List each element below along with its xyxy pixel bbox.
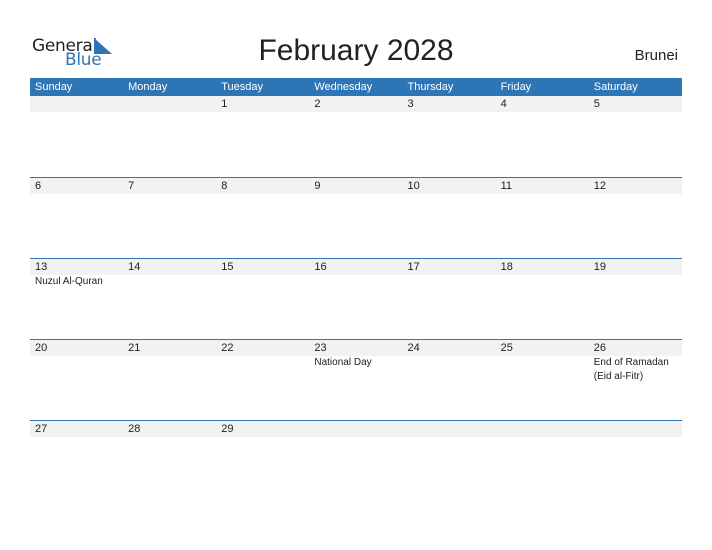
country-label: Brunei (634, 47, 678, 64)
weekday-tuesday: Tuesday (221, 81, 264, 93)
day-number: 13 (35, 261, 48, 273)
day-number: 24 (407, 342, 420, 354)
holiday-label: (Eid al-Fitr) (593, 371, 644, 382)
holiday-label: Nuzul Al-Quran (35, 276, 103, 287)
page-title: February 2028 (258, 34, 454, 67)
calendar-weeks: 1 2 3 4 5 6 7 8 9 10 11 12 13 Nuzul Al-Quran 14 15 16 17 1… (30, 96, 682, 501)
day-number: 9 (314, 180, 321, 192)
day-number: 2 (314, 98, 321, 110)
day-cell: 24 (403, 340, 496, 384)
day-cell (403, 421, 496, 437)
day-cell: 12 (589, 178, 682, 194)
day-cell: 9 (309, 178, 402, 194)
day-cell: 14 (123, 259, 216, 289)
day-number: 12 (593, 180, 606, 192)
day-number (501, 421, 589, 437)
day-cell: 17 (403, 259, 496, 289)
week-row: 20 21 22 23 National Day 24 25 26 End of Ramadan… (30, 339, 682, 420)
day-cell: 16 (309, 259, 402, 289)
day-number: 10 (407, 180, 420, 192)
day-cell: 5 (589, 96, 682, 112)
day-number: 4 (500, 98, 507, 110)
day-cell: 27 (30, 421, 123, 437)
day-cell: 11 (496, 178, 589, 194)
day-number (314, 421, 402, 437)
day-number (128, 96, 216, 112)
holiday-label: End of Ramadan (593, 357, 669, 368)
day-number: 25 (500, 342, 513, 354)
day-number: 18 (500, 261, 513, 273)
day-number: 29 (221, 423, 234, 435)
day-cell (309, 421, 402, 437)
day-cell: 13 Nuzul Al-Quran (30, 259, 123, 289)
day-cell: 25 (496, 340, 589, 384)
day-cell: 19 (589, 259, 682, 289)
day-cell: 21 (123, 340, 216, 384)
day-number: 21 (128, 342, 141, 354)
day-cell: 6 (30, 178, 123, 194)
day-number: 20 (35, 342, 48, 354)
day-number: 5 (593, 98, 600, 110)
day-number: 15 (221, 261, 234, 273)
day-cell: 20 (30, 340, 123, 384)
day-cell: 4 (496, 96, 589, 112)
day-cell: 26 End of Ramadan (Eid al-Fitr) (589, 340, 682, 384)
calendar: Sunday Monday Tuesday Wednesday Thursday Frid… (30, 78, 682, 501)
day-number: 23 (314, 342, 327, 354)
weekday-wednesday: Wednesday (314, 81, 373, 93)
day-cell: 22 (216, 340, 309, 384)
day-number: 11 (500, 180, 513, 192)
week-row: 13 Nuzul Al-Quran 14 15 16 17 18 19 (30, 258, 682, 339)
week-row: 1 2 3 4 5 (30, 96, 682, 177)
day-cell: 29 (216, 421, 309, 437)
day-cell: 7 (123, 178, 216, 194)
week-row: 6 7 8 9 10 11 12 (30, 177, 682, 258)
weekday-monday: Monday (128, 81, 168, 93)
holiday-label: National Day (314, 357, 372, 368)
day-cell (589, 421, 682, 437)
day-number: 3 (407, 98, 414, 110)
day-cell: 2 (309, 96, 402, 112)
day-number: 6 (35, 180, 42, 192)
day-cell (496, 421, 589, 437)
day-cell (30, 96, 123, 112)
weekday-header: Sunday Monday Tuesday Wednesday Thursday Frid… (30, 78, 682, 96)
day-cell: 8 (216, 178, 309, 194)
day-cell: 18 (496, 259, 589, 289)
day-cell (123, 96, 216, 112)
day-number: 1 (221, 98, 228, 110)
weekday-thursday: Thursday (407, 81, 454, 93)
day-number: 8 (221, 180, 228, 192)
day-number: 19 (593, 261, 606, 273)
day-number: 28 (128, 423, 141, 435)
day-number: 27 (35, 423, 48, 435)
weekday-friday: Friday (500, 81, 532, 93)
day-cell: 23 National Day (309, 340, 402, 384)
day-cell: 3 (403, 96, 496, 112)
day-cell: 28 (123, 421, 216, 437)
day-cell: 15 (216, 259, 309, 289)
day-number: 14 (128, 261, 141, 273)
day-number: 16 (314, 261, 327, 273)
weekday-sunday: Sunday (35, 81, 73, 93)
week-row: 27 28 29 (30, 420, 682, 501)
day-number (35, 96, 123, 112)
day-number: 17 (407, 261, 420, 273)
day-cell: 10 (403, 178, 496, 194)
day-number: 26 (593, 342, 606, 354)
weekday-saturday: Saturday (593, 81, 638, 93)
day-number (594, 421, 682, 437)
day-number: 7 (128, 180, 135, 192)
day-cell: 1 (216, 96, 309, 112)
day-number: 22 (221, 342, 234, 354)
day-number (408, 421, 496, 437)
